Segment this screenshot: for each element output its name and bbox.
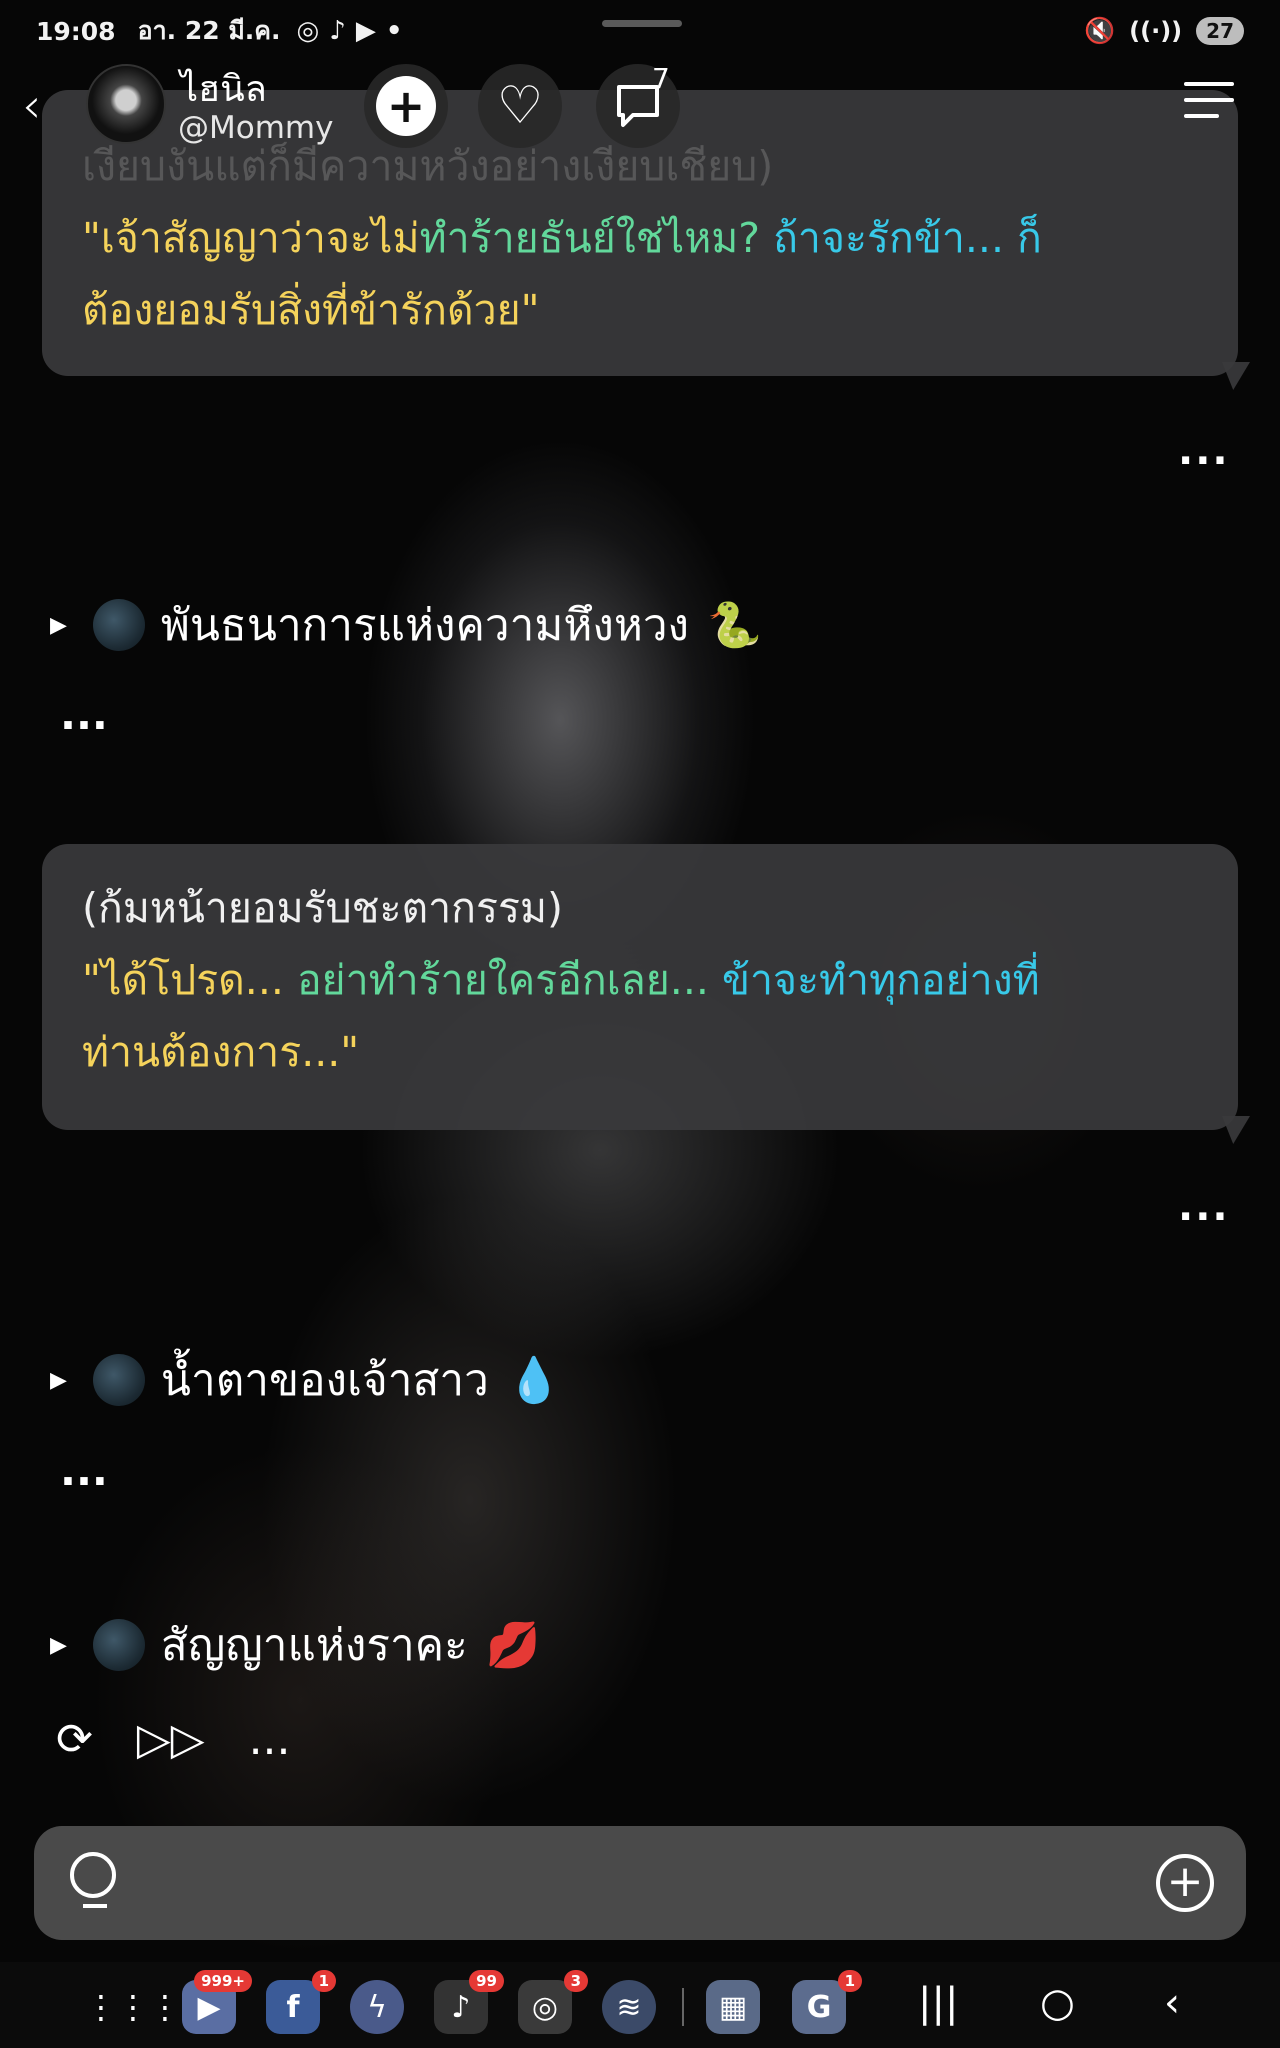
plus-icon: + — [376, 76, 436, 136]
chat-header: ‹ ไฮนิล @Mommy + ♡ 7 — [0, 60, 1280, 152]
tiktok-icon: ♪ — [329, 16, 346, 46]
heart-icon: ♡ — [496, 76, 544, 136]
home-button[interactable]: ○ — [1040, 1980, 1075, 2026]
moon-icon — [92, 599, 145, 651]
date: อา. 22 มี.ค. — [137, 16, 281, 45]
moon-icon — [92, 1619, 145, 1671]
instagram-icon: ◎ — [296, 16, 320, 46]
notification-badge: 1 — [311, 1970, 336, 1992]
tiktok-app-icon[interactable]: ♪ 99 — [434, 1970, 504, 2034]
battery-indicator: 27 — [1196, 17, 1244, 45]
speech-segment: ถ้าจะรักข้า... ก็ — [773, 214, 1042, 262]
speech-text: "ได้โปรด... อย่าทำร้ายใครอีกเลย... ข้าจะ… — [82, 944, 1198, 1088]
chat-input-bar: + — [34, 1826, 1246, 1940]
scene-label: พันธนาการแห่งความหึงหวง — [160, 600, 690, 651]
back-button[interactable]: ‹ — [22, 78, 62, 134]
speech-segment: ต้องยอมรับสิ่งที่ข้ารักด้วย" — [82, 286, 540, 334]
speech-segment: ทำร้ายธันย์ใช่ไหม? — [419, 214, 774, 262]
notification-badge: 1 — [837, 1970, 862, 1992]
google-app-icon[interactable]: G1 — [792, 1970, 862, 2034]
regenerate-icon[interactable]: ⟳ — [56, 1714, 93, 1765]
youtube-icon: ▶ — [355, 16, 376, 46]
bot-handle: @Mommy — [178, 110, 334, 146]
recent-app-icon[interactable]: ▦ — [706, 1980, 760, 2034]
notification-badge: 999+ — [194, 1970, 252, 1992]
action-text: (ก้มหน้ายอมรับชะตากรรม) — [82, 884, 564, 932]
droplet-icon: 💧 — [506, 1355, 562, 1406]
messenger-app-icon[interactable]: ϟ — [350, 1980, 404, 2034]
notification-badge: 99 — [469, 1970, 504, 1992]
clock: 19:08 — [36, 16, 116, 46]
notification-badge: 3 — [563, 1970, 588, 1992]
speech-segment: ท่านต้องการ..." — [82, 1028, 360, 1076]
status-bar: 19:08 อา. 22 มี.ค. ◎ ♪ ▶ • 🔇 ((·)) 27 — [0, 0, 1280, 62]
like-button[interactable]: ♡ — [478, 64, 562, 148]
speech-segment: ข้าจะทำทุกอย่างที่ — [721, 956, 1040, 1004]
instagram-app-icon[interactable]: ◎ 3 — [518, 1970, 588, 2034]
back-nav-button[interactable]: ‹ — [1164, 1980, 1180, 2026]
spotify-app-icon[interactable]: ≋ — [602, 1980, 656, 2034]
scene-item[interactable]: ▶ พันธนาการแห่งความหึงหวง 🐍 — [50, 590, 762, 660]
moon-icon — [92, 1354, 145, 1406]
speech-text: "เจ้าสัญญาว่าจะไม่ทำร้ายธันย์ใช่ไหม? ถ้า… — [82, 202, 1198, 346]
recents-button[interactable]: ||| — [918, 1980, 958, 2026]
youtube-app-icon[interactable]: ▶ 999+ — [182, 1970, 252, 2034]
speech-segment: "เจ้าสัญญาว่าจะไม่ — [82, 214, 420, 262]
scene-item[interactable]: ▶ สัญญาแห่งราคะ 💋 — [50, 1610, 541, 1680]
mute-icon: 🔇 — [1084, 16, 1116, 45]
wifi-icon: ((·)) — [1129, 17, 1183, 45]
message-options-button[interactable]: ... — [1178, 428, 1230, 474]
scene-label: สัญญาแห่งราคะ — [160, 1620, 468, 1671]
app-drawer-icon[interactable]: ⋮⋮⋮ — [85, 1980, 181, 2034]
message-input[interactable] — [144, 1850, 1144, 1916]
lips-icon: 💋 — [485, 1620, 541, 1671]
lightbulb-icon[interactable] — [70, 1852, 120, 1914]
message-options-button[interactable]: ... — [1178, 1184, 1230, 1230]
continue-icon[interactable]: ▷▷ — [137, 1714, 205, 1765]
typing-ellipsis: ... — [60, 1446, 108, 1495]
avatar[interactable] — [86, 64, 166, 144]
taskbar-divider — [682, 1988, 684, 2026]
scene-label: น้ำตาของเจ้าสาว — [160, 1355, 489, 1406]
system-taskbar: ⋮⋮⋮ ▶ 999+ f1 ϟ ♪ 99 ◎ 3 ≋ ▦ G1 ||| ○ ‹ — [0, 1962, 1280, 2048]
bot-name: ไฮนิล — [180, 69, 267, 110]
expand-icon: ▶ — [50, 612, 67, 638]
message-actions: ⟳ ▷▷ ... — [56, 1714, 291, 1765]
speech-segment: "ได้โปรด... — [82, 956, 297, 1004]
follow-button[interactable]: + — [364, 64, 448, 148]
facebook-app-icon[interactable]: f1 — [266, 1970, 336, 2034]
message-bubble: (ก้มหน้ายอมรับชะตากรรม) "ได้โปรด... อย่า… — [42, 844, 1238, 1130]
grab-handle[interactable] — [602, 20, 682, 27]
comment-count: 7 — [652, 62, 670, 95]
status-dot: • — [385, 16, 403, 46]
speech-segment: อย่าทำร้ายใครอีกเลย... — [296, 956, 722, 1004]
expand-icon: ▶ — [50, 1632, 67, 1658]
typing-ellipsis: ... — [60, 690, 108, 739]
menu-button[interactable] — [1184, 82, 1234, 130]
more-options-icon[interactable]: ... — [249, 1714, 291, 1765]
scene-item[interactable]: ▶ น้ำตาของเจ้าสาว 💧 — [50, 1345, 562, 1415]
expand-icon: ▶ — [50, 1367, 67, 1393]
add-button[interactable]: + — [1156, 1854, 1214, 1912]
snake-icon: 🐍 — [707, 600, 762, 651]
